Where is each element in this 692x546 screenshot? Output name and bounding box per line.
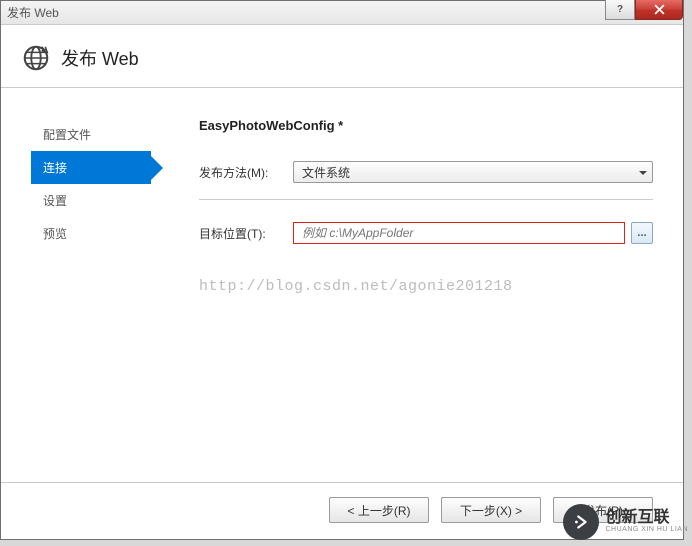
dialog-window: 发布 Web ? 发布 Web 配置文件 连接 <box>0 0 684 540</box>
prev-button[interactable]: < 上一步(R) <box>329 497 429 523</box>
close-icon <box>654 4 665 15</box>
main-panel: EasyPhotoWebConfig * 发布方法(M): 文件系统 目标位 <box>151 118 683 482</box>
nav-item-connection[interactable]: 连接 <box>31 151 151 184</box>
brand-logo-icon <box>563 504 599 540</box>
header-title: 发布 Web <box>61 45 139 71</box>
next-button[interactable]: 下一步(X) > <box>441 497 541 523</box>
target-input-wrap: ... <box>293 222 653 244</box>
target-input[interactable] <box>293 222 625 244</box>
publish-method-row: 发布方法(M): 文件系统 <box>199 161 653 183</box>
header: 发布 Web <box>1 25 683 88</box>
brand-en: CHUANG XIN HU LIAN <box>605 526 688 534</box>
help-button[interactable]: ? <box>605 0 635 20</box>
target-label: 目标位置(T): <box>199 225 279 242</box>
publish-method-select[interactable]: 文件系统 <box>293 161 653 183</box>
brand-cn: 创新互联 <box>605 510 688 526</box>
target-row: 目标位置(T): ... <box>199 222 653 244</box>
content: 发布 Web 配置文件 连接 设置 预览 EasyPhotoWebConfig … <box>1 25 683 539</box>
globe-icon <box>21 43 51 73</box>
brand-text: 创新互联 CHUANG XIN HU LIAN <box>605 510 688 534</box>
nav-item-preview[interactable]: 预览 <box>31 217 151 250</box>
window-controls: ? <box>605 0 683 20</box>
body: 配置文件 连接 设置 预览 EasyPhotoWebConfig * 发布方法(… <box>1 88 683 482</box>
browse-button[interactable]: ... <box>631 222 653 244</box>
nav-item-settings[interactable]: 设置 <box>31 184 151 217</box>
titlebar: 发布 Web ? <box>1 1 683 25</box>
brand-watermark: 创新互联 CHUANG XIN HU LIAN <box>563 504 688 540</box>
publish-method-select-wrap: 文件系统 <box>293 161 653 183</box>
nav-item-profile[interactable]: 配置文件 <box>31 118 151 151</box>
separator <box>199 199 653 200</box>
publish-method-value: 文件系统 <box>302 164 350 181</box>
sidebar-nav: 配置文件 连接 设置 预览 <box>1 118 151 482</box>
watermark-text: http://blog.csdn.net/agonie201218 <box>199 278 653 295</box>
publish-method-label: 发布方法(M): <box>199 164 279 181</box>
window-title: 发布 Web <box>7 4 59 21</box>
config-title: EasyPhotoWebConfig * <box>199 118 653 133</box>
close-button[interactable] <box>635 0 683 20</box>
